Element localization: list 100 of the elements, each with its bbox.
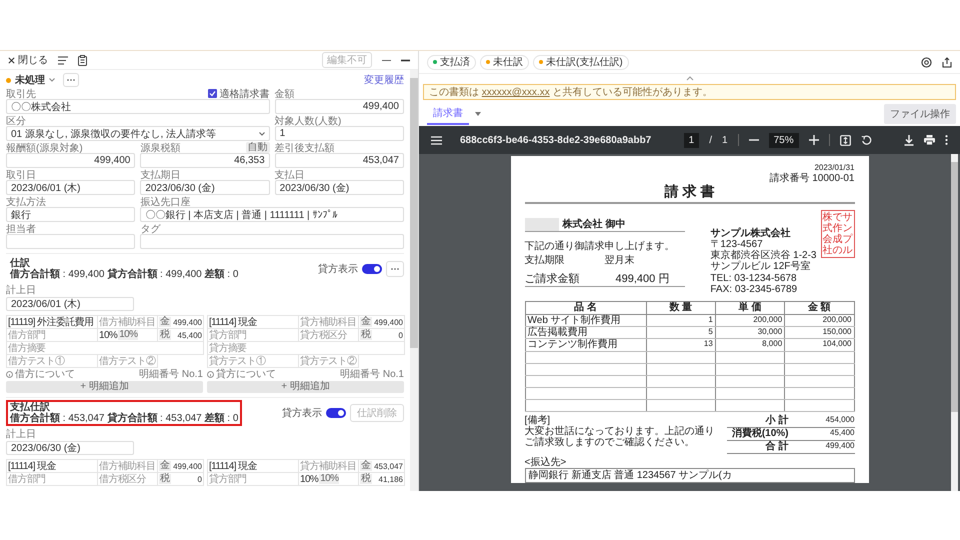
input-field[interactable]: 46,353 [140, 153, 270, 168]
redaction-block [524, 218, 558, 231]
dash-icon[interactable] [382, 58, 391, 62]
tag-badge: 金 [360, 317, 372, 327]
section-title: 支払仕訳 [10, 402, 50, 413]
tag-badge: 税 [159, 474, 171, 484]
status-chip[interactable]: 未仕訳 [480, 54, 529, 70]
add-line-button[interactable]: + 明細追加 [207, 381, 404, 393]
checkbox[interactable] [208, 89, 217, 98]
minus-icon[interactable] [748, 139, 759, 141]
bank-title: <振込先> [524, 456, 568, 468]
close-icon [8, 56, 15, 64]
menu-icon[interactable] [431, 136, 442, 144]
table-cell: Web サイト制作費用 [525, 314, 646, 327]
status-chip[interactable]: 未仕訳(支払仕訳) [533, 54, 629, 70]
add-line-button[interactable]: + 明細追加 [6, 381, 203, 393]
settings-icon[interactable] [921, 56, 932, 68]
input-field[interactable]: 499,400 [274, 99, 404, 114]
plus-icon[interactable] [808, 135, 819, 145]
toggle-switch[interactable] [326, 408, 346, 418]
input-field[interactable]: 2023/06/01 (木) [6, 180, 136, 195]
file-button[interactable]: ファイル操作 [884, 104, 956, 124]
input-field[interactable] [6, 234, 136, 249]
input-field[interactable]: [11119] 外注委託費用 [6, 315, 98, 329]
invoice-date: 2023/01/31 [814, 164, 854, 173]
caret-icon[interactable] [475, 112, 481, 116]
issuer-detail: サンプルビル 12F号室 [710, 261, 812, 273]
input-field[interactable]: 2023/06/30 (金) [274, 180, 404, 195]
input-field[interactable]: [11114] 現金 [6, 459, 98, 473]
status-dot [6, 78, 11, 82]
document-title: 請 求 書 [524, 184, 854, 204]
dash-icon[interactable] [401, 58, 410, 62]
input-field[interactable]: 金 499,400 [358, 315, 405, 329]
input-field[interactable]: 2023/06/30 (金) [140, 180, 270, 195]
bank-details: 静岡銀行 新通支店 普通 1234567 サンプル(カ [524, 468, 854, 483]
download-icon[interactable] [904, 134, 914, 146]
status-chip[interactable]: 支払済 [427, 54, 476, 70]
recipient-name: 株式会社 御中 [562, 218, 626, 230]
checkbox-label: 適格請求書 [220, 88, 270, 100]
list-icon[interactable] [58, 56, 68, 64]
field-label: 区分 [6, 114, 26, 128]
field-label: 計上日 [6, 284, 37, 297]
input-field[interactable]: 453,047 [274, 153, 404, 168]
input-field[interactable]: 税 45,400 [157, 328, 204, 342]
input-field[interactable]: [11114] 現金 [207, 459, 299, 473]
column-header: 品 名 [525, 301, 646, 314]
input-field[interactable]: 金 453,047 [358, 459, 405, 473]
print-icon[interactable] [924, 135, 936, 145]
clipboard-icon[interactable] [78, 54, 87, 66]
table-cell: 13 [646, 338, 716, 351]
page-input[interactable]: 1 [684, 132, 700, 148]
note-text: 大変お世話になっております。上記の通りご請求致しますのでご確認ください。 [524, 426, 716, 448]
input-field[interactable]: 金 499,400 [157, 459, 204, 473]
share-icon[interactable] [942, 56, 952, 68]
field-label: 計上日 [6, 428, 37, 441]
amount-label: ご請求金額 [524, 273, 580, 286]
status-dropdown[interactable]: 未処理 [6, 73, 55, 87]
input-field[interactable]: 税 0 [358, 328, 405, 342]
chevron-up-icon[interactable] [686, 76, 694, 80]
toggle-label: 貸方表示 [318, 262, 358, 276]
input-field[interactable]: 税 41,186 [358, 472, 405, 486]
more-icon[interactable] [945, 135, 948, 145]
input-field[interactable]: 金 499,400 [157, 315, 204, 329]
chevron-down-icon [49, 78, 55, 82]
field-label: 支払日 [274, 168, 305, 182]
rotate-icon[interactable] [860, 134, 872, 146]
fit-page-icon[interactable] [840, 134, 851, 146]
input-field[interactable]: 〇〇銀行 | 本店支店 | 普通 | 1111111 | ｻﾝﾌﾟﾙ [140, 207, 404, 222]
chip-label: 未仕訳 [493, 56, 523, 69]
scrollbar[interactable] [410, 70, 418, 491]
close-button[interactable]: 閉じる [8, 53, 48, 67]
input-field[interactable]: [11114] 現金 [207, 315, 299, 329]
date-field[interactable]: 2023/06/30 (金) [6, 441, 134, 455]
toggle-switch[interactable] [362, 264, 382, 274]
table-cell: 200,000 [784, 314, 854, 327]
total-label: 小 計 [764, 414, 788, 426]
history-link[interactable]: 変更履歴 [364, 73, 404, 87]
input-field[interactable]: 銀行 [6, 207, 136, 222]
field-label: 金額 [274, 88, 295, 100]
input-field[interactable]: 税 0 [157, 472, 204, 486]
column-header: 単 価 [715, 301, 785, 314]
field-label: 支払方法 [6, 196, 46, 208]
input-field[interactable]: 10% 10% [298, 472, 359, 486]
column-header: 数 量 [646, 301, 716, 314]
field-label: 振込先口座 [140, 196, 190, 208]
table-cell: コンテンツ制作費用 [525, 338, 646, 351]
input-field[interactable]: 〇〇株式会社 [6, 99, 270, 114]
select-field[interactable]: 01 源泉なし, 源泉徴収の要件なし, 法人請求等 [6, 126, 270, 141]
email-link[interactable]: xxxxxx@xxx.xx [482, 87, 550, 98]
due-label: 支払期限 [524, 255, 564, 266]
field-label: 支払期日 [140, 168, 180, 182]
scrollbar[interactable] [951, 154, 958, 491]
totals-text: 借方合計額 : 453,047 貸方合計額 : 453,047 差額 : 0 [10, 413, 238, 424]
date-field[interactable]: 2023/06/01 (木) [6, 297, 134, 311]
input-field[interactable]: 499,400 [6, 153, 136, 168]
input-field[interactable] [140, 234, 404, 249]
zoom-field[interactable]: 75% [768, 132, 799, 148]
tag-badge: 金 [159, 461, 171, 471]
field-label: 報酬額(源泉対象) [6, 142, 83, 154]
input-field[interactable]: 1 [274, 126, 404, 141]
